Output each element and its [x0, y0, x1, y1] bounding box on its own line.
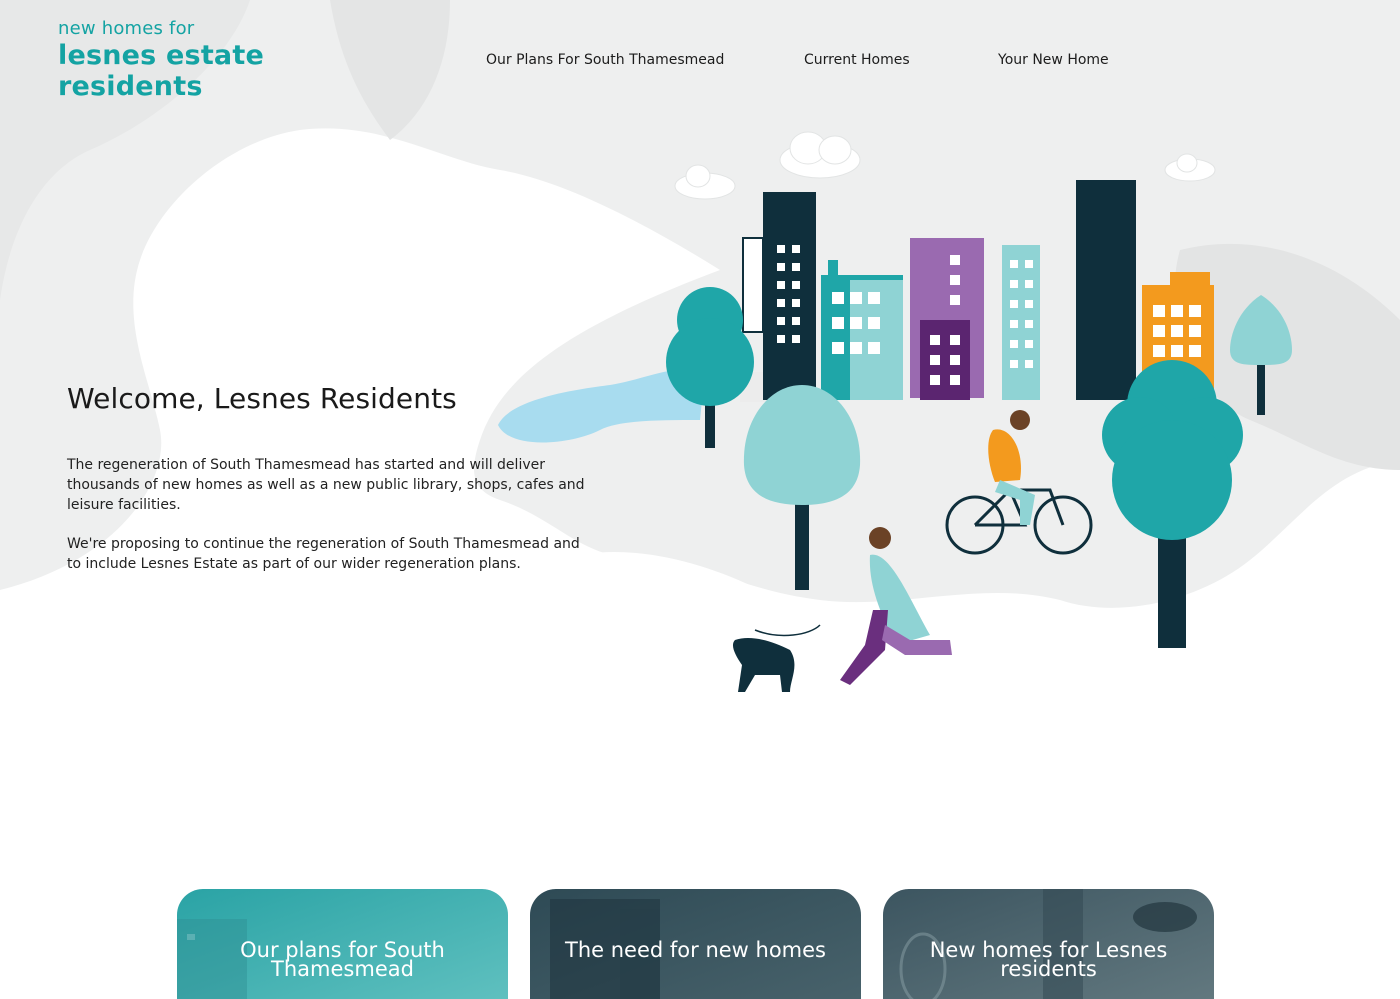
tree-far-right [1230, 295, 1292, 415]
card-title-our-plans: Our plans for South Thamesmead [240, 938, 445, 981]
nav-link-current-homes[interactable]: Current Homes [804, 52, 910, 68]
nav-link-our-plans[interactable]: Our Plans For South Thamesmead [486, 52, 724, 68]
card-our-plans[interactable]: Our plans for South Thamesmead [177, 889, 508, 999]
tree-right [1102, 360, 1243, 648]
card-need-for-homes[interactable]: The need for new homes [530, 889, 861, 999]
card-title-need-for-homes: The need for new homes [565, 938, 826, 962]
city-park-illustration [498, 131, 1292, 692]
city-buildings [740, 180, 1214, 402]
logo-brand-line-2: residents [58, 71, 203, 102]
tree-left [666, 287, 754, 448]
main-navigation: Our Plans For South Thamesmead Current H… [0, 52, 1400, 72]
hero-title: Welcome, Lesnes Residents [67, 382, 457, 415]
card-new-homes[interactable]: New homes for Lesnes residents [883, 889, 1214, 999]
woman-walking-dog-figure [732, 527, 952, 692]
logo-tagline: new homes for [58, 18, 195, 39]
card-title-new-homes: New homes for Lesnes residents [929, 938, 1168, 981]
cyclist-figure [945, 410, 1093, 555]
tree-middle [743, 385, 861, 590]
nav-link-your-new-home[interactable]: Your New Home [998, 52, 1109, 68]
hero-paragraph-2: We're proposing to continue the regenera… [67, 536, 580, 572]
hero-paragraph-1: The regeneration of South Thamesmead has… [67, 457, 585, 513]
